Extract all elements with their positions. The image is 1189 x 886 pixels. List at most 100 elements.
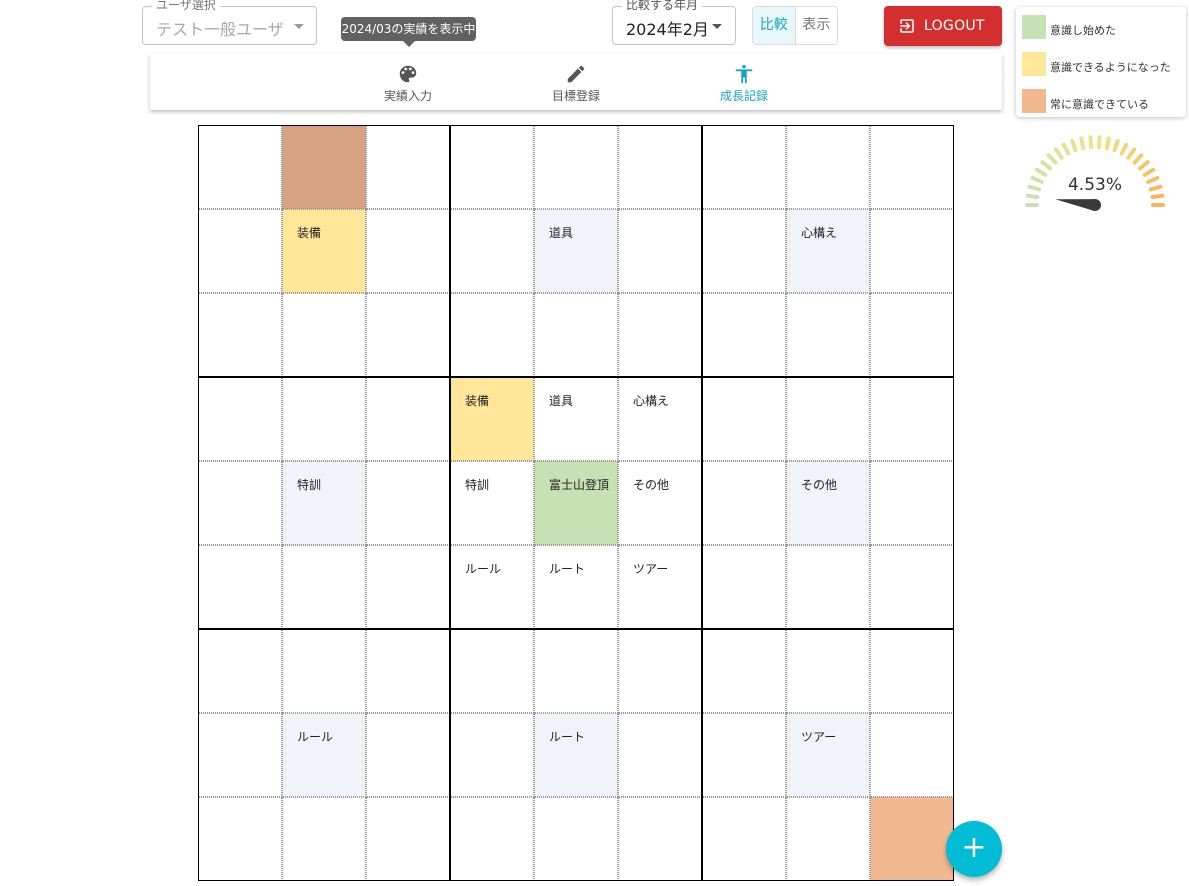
grid-cell-r4-c2[interactable]: [366, 461, 450, 545]
grid-cell-r1-c4[interactable]: 道具: [534, 209, 618, 293]
logout-button[interactable]: LOGOUT: [884, 6, 1002, 46]
grid-cell-r1-c0[interactable]: [198, 209, 282, 293]
grid-cell-r7-c3[interactable]: [450, 713, 534, 797]
grid-cell-r2-c7[interactable]: [786, 293, 870, 377]
grid-cell-r1-c3[interactable]: [450, 209, 534, 293]
grid-cell-r3-c7[interactable]: [786, 377, 870, 461]
nav-tab-goal-registration[interactable]: 目標登録: [516, 54, 636, 110]
grid-cell-r2-c2[interactable]: [366, 293, 450, 377]
grid-cell-r5-c3[interactable]: ルール: [450, 545, 534, 629]
grid-cell-r7-c8[interactable]: [870, 713, 954, 797]
grid-cell-r4-c3[interactable]: 特訓: [450, 461, 534, 545]
legend-label: 常に意識できている: [1050, 98, 1149, 111]
grid-cell-r1-c8[interactable]: [870, 209, 954, 293]
grid-cell-r2-c6[interactable]: [702, 293, 786, 377]
grid-cell-r6-c2[interactable]: [366, 629, 450, 713]
grid-cell-r6-c3[interactable]: [450, 629, 534, 713]
grid-cell-r3-c8[interactable]: [870, 377, 954, 461]
grid-cell-r4-c0[interactable]: [198, 461, 282, 545]
grid-cell-r5-c2[interactable]: [366, 545, 450, 629]
display-toggle-button[interactable]: 表示: [796, 7, 838, 44]
grid-cell-r6-c6[interactable]: [702, 629, 786, 713]
grid-cell-r5-c8[interactable]: [870, 545, 954, 629]
grid-cell-r8-c8[interactable]: [870, 797, 954, 881]
grid-cell-r8-c3[interactable]: [450, 797, 534, 881]
grid-cell-r5-c1[interactable]: [282, 545, 366, 629]
grid-cell-r6-c5[interactable]: [618, 629, 702, 713]
gauge-tick: [1079, 136, 1086, 151]
compare-toggle-button[interactable]: 比較: [753, 7, 796, 44]
grid-cell-r0-c4[interactable]: [534, 125, 618, 209]
grid-cell-r1-c7[interactable]: 心構え: [786, 209, 870, 293]
grid-cell-r0-c0[interactable]: [198, 125, 282, 209]
grid-cell-r7-c1[interactable]: ルール: [282, 713, 366, 797]
grid-cell-r3-c2[interactable]: [366, 377, 450, 461]
grid-cell-r5-c0[interactable]: [198, 545, 282, 629]
grid-cell-r7-c2[interactable]: [366, 713, 450, 797]
grid-cell-r0-c3[interactable]: [450, 125, 534, 209]
grid-cell-r1-c6[interactable]: [702, 209, 786, 293]
grid-cell-r0-c7[interactable]: [786, 125, 870, 209]
grid-cell-r2-c0[interactable]: [198, 293, 282, 377]
grid-cell-r3-c1[interactable]: [282, 377, 366, 461]
grid-cell-text: その他: [801, 478, 838, 492]
grid-cell-r8-c0[interactable]: [198, 797, 282, 881]
grid-cell-r7-c4[interactable]: ルート: [534, 713, 618, 797]
grid-cell-r2-c4[interactable]: [534, 293, 618, 377]
grid-cell-r3-c4[interactable]: 道具: [534, 377, 618, 461]
grid-cell-r0-c1[interactable]: [282, 125, 366, 209]
grid-cell-r8-c7[interactable]: [786, 797, 870, 881]
grid-cell-r2-c8[interactable]: [870, 293, 954, 377]
grid-cell-r5-c6[interactable]: [702, 545, 786, 629]
grid-cell-r3-c5[interactable]: 心構え: [618, 377, 702, 461]
grid-cell-r1-c2[interactable]: [366, 209, 450, 293]
grid-cell-r8-c1[interactable]: [282, 797, 366, 881]
grid-cell-r6-c4[interactable]: [534, 629, 618, 713]
grid-cell-r8-c6[interactable]: [702, 797, 786, 881]
grid-cell-r3-c0[interactable]: [198, 377, 282, 461]
grid-cell-r6-c1[interactable]: [282, 629, 366, 713]
grid-cell-r8-c2[interactable]: [366, 797, 450, 881]
logout-label: LOGOUT: [924, 18, 985, 34]
grid-cell-text: 心構え: [633, 394, 670, 408]
grid-cell-r7-c0[interactable]: [198, 713, 282, 797]
grid-cell-r7-c6[interactable]: [702, 713, 786, 797]
grid-cell-r4-c5[interactable]: その他: [618, 461, 702, 545]
grid-cell-r8-c5[interactable]: [618, 797, 702, 881]
grid-cell-r4-c8[interactable]: [870, 461, 954, 545]
grid-cell-r0-c8[interactable]: [870, 125, 954, 209]
nav-tab-growth-record[interactable]: 成長記録: [684, 54, 804, 110]
grid-cell-r7-c7[interactable]: ツアー: [786, 713, 870, 797]
grid-cell-r3-c3[interactable]: 装備: [450, 377, 534, 461]
grid-cell-r3-c6[interactable]: [702, 377, 786, 461]
grid-cell-r1-c5[interactable]: [618, 209, 702, 293]
month-select[interactable]: 比較する年月 2024年2月: [612, 0, 736, 45]
grid-cell-r0-c5[interactable]: [618, 125, 702, 209]
grid-cell-r5-c7[interactable]: [786, 545, 870, 629]
tooltip: 2024/03の実績を表示中: [341, 17, 476, 47]
compare-display-toggle: 比較 表示: [752, 6, 838, 45]
grid-cell-r0-c2[interactable]: [366, 125, 450, 209]
gauge-tick: [1070, 138, 1078, 153]
grid-cell-r4-c1[interactable]: 特訓: [282, 461, 366, 545]
grid-cell-r4-c7[interactable]: その他: [786, 461, 870, 545]
grid-cell-r6-c8[interactable]: [870, 629, 954, 713]
user-select[interactable]: ユーザ選択 テスト一般ユーザ: [142, 0, 317, 45]
grid-cell-r2-c3[interactable]: [450, 293, 534, 377]
grid-cell-r7-c5[interactable]: [618, 713, 702, 797]
grid-cell-r5-c4[interactable]: ルート: [534, 545, 618, 629]
grid-cell-r4-c6[interactable]: [702, 461, 786, 545]
grid-cell-r1-c1[interactable]: 装備: [282, 209, 366, 293]
grid-cell-r6-c7[interactable]: [786, 629, 870, 713]
grid-cell-r6-c0[interactable]: [198, 629, 282, 713]
grid-cell-r2-c1[interactable]: [282, 293, 366, 377]
grid-cell-r2-c5[interactable]: [618, 293, 702, 377]
grid-cell-r8-c4[interactable]: [534, 797, 618, 881]
grid-cell-r0-c6[interactable]: [702, 125, 786, 209]
logout-icon: [900, 19, 914, 33]
grid-cell-r5-c5[interactable]: ツアー: [618, 545, 702, 629]
grid-cell-r4-c4[interactable]: 富士山登頂: [534, 461, 618, 545]
nav-tab-results-input[interactable]: 実績入力: [348, 54, 468, 110]
add-button[interactable]: +: [946, 821, 1002, 877]
gauge-hub: [1089, 199, 1101, 211]
